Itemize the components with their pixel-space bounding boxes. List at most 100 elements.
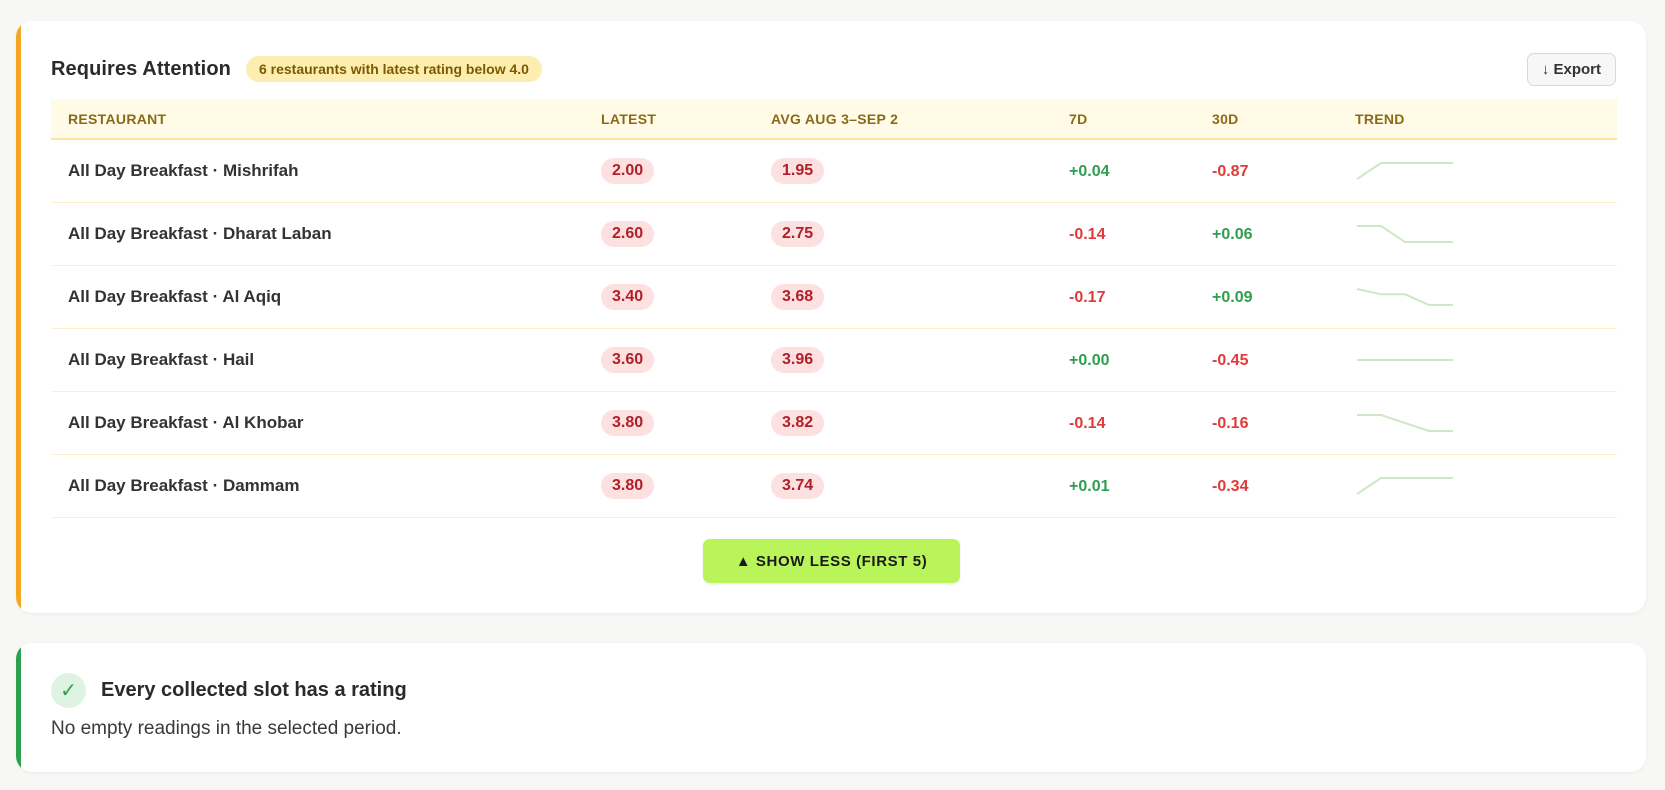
check-icon: ✓ xyxy=(51,673,86,708)
trend-sparkline xyxy=(1356,476,1453,495)
delta-7d: +0.01 xyxy=(1069,477,1110,495)
show-less-button[interactable]: ▲ SHOW LESS (FIRST 5) xyxy=(703,539,960,583)
trend-cell xyxy=(1338,265,1617,329)
delta-30d: +0.06 xyxy=(1212,225,1253,243)
restaurant-name-cell: All Day Breakfast · Dammam xyxy=(51,454,584,518)
requires-attention-card: Requires Attention 6 restaurants with la… xyxy=(16,21,1646,613)
column-header-latest[interactable]: LATEST xyxy=(584,99,754,140)
delta-7d: -0.14 xyxy=(1069,414,1106,432)
avg-rating-pill: 1.95 xyxy=(771,157,825,184)
delta-30d-cell: +0.06 xyxy=(1195,202,1338,266)
all-rated-title: Every collected slot has a rating xyxy=(101,679,407,701)
restaurant-name-cell: All Day Breakfast · Al Khobar xyxy=(51,391,584,455)
delta-30d: -0.87 xyxy=(1212,162,1249,180)
latest-rating-pill: 3.80 xyxy=(601,409,655,436)
avg-rating-pill-cell: 3.74 xyxy=(754,454,1052,518)
avg-rating-pill: 3.96 xyxy=(771,346,825,373)
all-rated-description: No empty readings in the selected period… xyxy=(51,718,402,739)
export-button[interactable]: ↓ Export xyxy=(1526,52,1616,86)
delta-7d: +0.04 xyxy=(1069,162,1110,180)
avg-rating-pill: 3.74 xyxy=(771,472,825,499)
delta-7d-cell: -0.14 xyxy=(1052,202,1195,266)
avg-rating-pill: 2.75 xyxy=(771,220,825,247)
avg-rating-pill: 3.82 xyxy=(771,409,825,436)
delta-7d-cell: -0.17 xyxy=(1052,265,1195,329)
restaurant-name-cell: All Day Breakfast · Al Aqiq xyxy=(51,265,584,329)
avg-rating-pill-cell: 3.96 xyxy=(754,328,1052,392)
restaurant-name-cell: All Day Breakfast · Dharat Laban xyxy=(51,202,584,266)
latest-rating-pill-cell: 3.80 xyxy=(584,454,754,518)
delta-7d-cell: +0.01 xyxy=(1052,454,1195,518)
latest-rating-pill: 3.40 xyxy=(601,283,655,310)
delta-30d: -0.45 xyxy=(1212,351,1249,369)
table-row[interactable]: All Day Breakfast · Al Aqiq 3.40 3.68 -0.17… xyxy=(51,265,1617,329)
restaurant-name: All Day Breakfast · Al Aqiq xyxy=(68,286,282,306)
column-header-7d[interactable]: 7D xyxy=(1052,99,1195,140)
avg-rating-pill-cell: 1.95 xyxy=(754,139,1052,203)
latest-rating-pill-cell: 3.60 xyxy=(584,328,754,392)
delta-7d: -0.14 xyxy=(1069,225,1106,243)
latest-rating-pill-cell: 2.00 xyxy=(584,139,754,203)
latest-rating-pill-cell: 3.80 xyxy=(584,391,754,455)
table-row[interactable]: All Day Breakfast · Mishrifah 2.00 1.95 +0.… xyxy=(51,139,1617,203)
delta-7d-cell: -0.14 xyxy=(1052,391,1195,455)
delta-30d: +0.09 xyxy=(1212,288,1253,306)
table-header-row: RESTAURANT LATEST AVG AUG 3–SEP 2 7D 30D… xyxy=(51,99,1617,140)
delta-30d-cell: -0.45 xyxy=(1195,328,1338,392)
attention-table: RESTAURANT LATEST AVG AUG 3–SEP 2 7D 30D… xyxy=(51,99,1617,518)
trend-cell xyxy=(1338,391,1617,455)
trend-sparkline xyxy=(1357,413,1453,432)
table-row[interactable]: All Day Breakfast · Dammam 3.80 3.74 +0.01 -… xyxy=(51,454,1617,518)
restaurant-name: All Day Breakfast · Hail xyxy=(68,349,255,369)
latest-rating-pill: 3.60 xyxy=(601,346,655,373)
attention-title: Requires Attention xyxy=(51,57,231,80)
avg-rating-pill-cell: 3.82 xyxy=(754,391,1052,455)
trend-line xyxy=(1357,413,1453,432)
table-row[interactable]: All Day Breakfast · Dharat Laban 2.60 2.75… xyxy=(51,202,1617,266)
restaurant-name: All Day Breakfast · Dammam xyxy=(68,475,300,495)
delta-30d: -0.16 xyxy=(1212,414,1249,432)
delta-30d-cell: -0.16 xyxy=(1195,391,1338,455)
delta-30d-cell: +0.09 xyxy=(1195,265,1338,329)
delta-30d: -0.34 xyxy=(1212,477,1249,495)
latest-rating-pill: 2.00 xyxy=(601,157,655,184)
trend-line xyxy=(1356,476,1453,495)
latest-rating-pill: 3.80 xyxy=(601,472,655,499)
avg-rating-pill: 3.68 xyxy=(771,283,825,310)
trend-cell xyxy=(1338,202,1617,266)
column-header-trend[interactable]: TREND xyxy=(1338,99,1617,140)
trend-sparkline xyxy=(1356,287,1453,306)
trend-cell xyxy=(1338,139,1617,203)
column-header-restaurant[interactable]: RESTAURANT xyxy=(51,99,584,140)
restaurant-name-cell: All Day Breakfast · Hail xyxy=(51,328,584,392)
latest-rating-pill: 2.60 xyxy=(601,220,655,247)
restaurant-name: All Day Breakfast · Dharat Laban xyxy=(68,223,332,243)
trend-sparkline xyxy=(1356,161,1453,180)
all-rated-card: ✓ Every collected slot has a rating No e… xyxy=(16,643,1646,772)
delta-7d: -0.17 xyxy=(1069,288,1106,306)
trend-line xyxy=(1356,161,1453,180)
delta-30d-cell: -0.87 xyxy=(1195,139,1338,203)
avg-rating-pill-cell: 3.68 xyxy=(754,265,1052,329)
trend-cell xyxy=(1338,328,1617,392)
attention-count-badge: 6 restaurants with latest rating below 4… xyxy=(245,56,542,82)
trend-line xyxy=(1356,287,1453,306)
delta-7d-cell: +0.04 xyxy=(1052,139,1195,203)
trend-sparkline xyxy=(1357,358,1453,361)
restaurant-name-cell: All Day Breakfast · Mishrifah xyxy=(51,139,584,203)
delta-30d-cell: -0.34 xyxy=(1195,454,1338,518)
table-row[interactable]: All Day Breakfast · Hail 3.60 3.96 +0.00 -0.… xyxy=(51,328,1617,392)
all-rated-header: ✓ Every collected slot has a rating xyxy=(51,673,407,708)
restaurant-name: All Day Breakfast · Mishrifah xyxy=(68,160,299,180)
trend-cell xyxy=(1338,454,1617,518)
avg-rating-pill-cell: 2.75 xyxy=(754,202,1052,266)
column-header-30d[interactable]: 30D xyxy=(1195,99,1338,140)
table-row[interactable]: All Day Breakfast · Al Khobar 3.80 3.82 -0.… xyxy=(51,391,1617,455)
trend-sparkline xyxy=(1357,224,1453,243)
attention-table-body: All Day Breakfast · Mishrifah 2.00 1.95 +0.… xyxy=(51,139,1617,518)
delta-7d-cell: +0.00 xyxy=(1052,328,1195,392)
latest-rating-pill-cell: 2.60 xyxy=(584,202,754,266)
restaurant-name: All Day Breakfast · Al Khobar xyxy=(68,412,304,432)
delta-7d: +0.00 xyxy=(1069,351,1110,369)
column-header-avg[interactable]: AVG AUG 3–SEP 2 xyxy=(754,99,1052,140)
